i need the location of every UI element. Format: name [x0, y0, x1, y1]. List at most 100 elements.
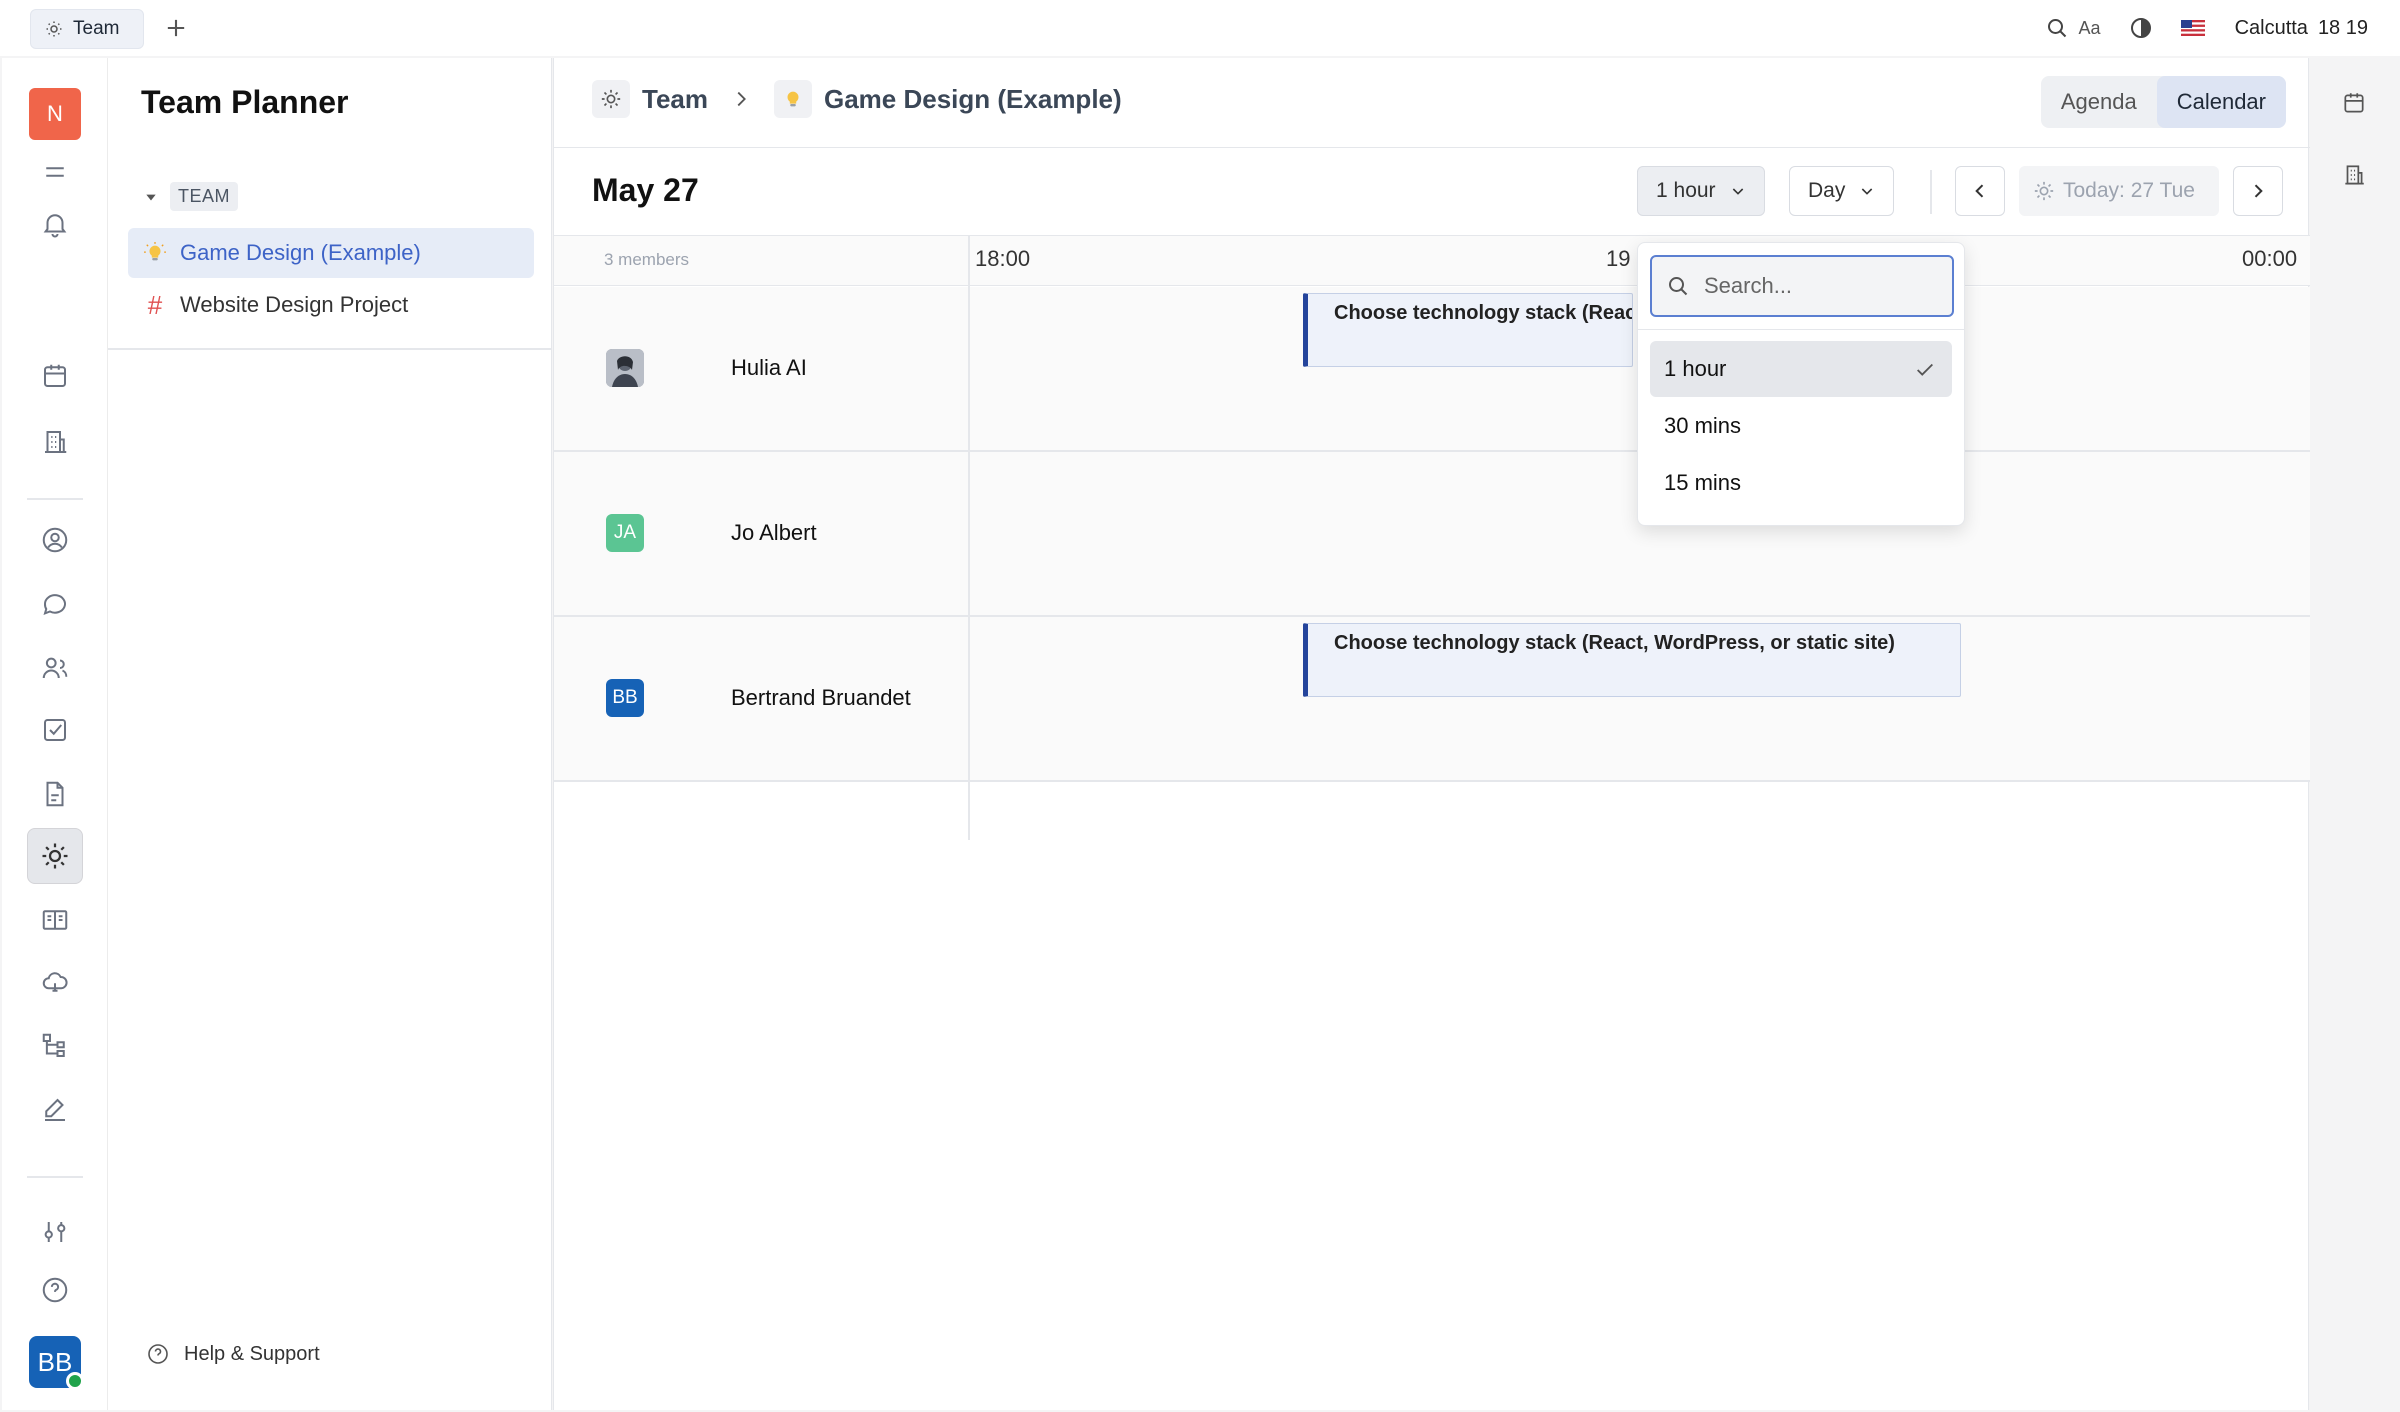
- member-avatar: BB: [606, 679, 644, 717]
- previous-button[interactable]: [1955, 166, 2005, 216]
- sun-icon: [46, 21, 62, 37]
- member-avatar: [606, 349, 644, 387]
- dropdown-search[interactable]: [1650, 255, 1954, 317]
- team-icon-box: [592, 80, 630, 118]
- interval-select[interactable]: 1 hour: [1637, 166, 1765, 216]
- tab-team[interactable]: Team: [30, 9, 144, 49]
- hierarchy-icon[interactable]: [27, 1018, 83, 1074]
- calendar-view-button[interactable]: Calendar: [2156, 76, 2286, 128]
- toolbar-divider: [1930, 170, 1932, 214]
- clock-time: 18 19: [2317, 16, 2368, 39]
- calendar-toolbar: May 27 1 hour Day Today: 27 Tue: [554, 148, 2310, 236]
- us-flag-icon[interactable]: [2180, 20, 2205, 36]
- building-icon[interactable]: [27, 414, 83, 470]
- book-icon[interactable]: [27, 892, 83, 948]
- nav-item-website-design[interactable]: # Website Design Project: [128, 280, 534, 330]
- question-circle-icon: [148, 1344, 168, 1364]
- font-size-toggle[interactable]: Aa: [2079, 18, 2101, 39]
- today-button[interactable]: Today: 27 Tue: [2019, 166, 2219, 216]
- lightbulb-icon: [144, 242, 166, 261]
- bell-icon[interactable]: [27, 196, 83, 252]
- current-date: May 27: [592, 172, 699, 208]
- calendar-icon[interactable]: [27, 348, 83, 404]
- range-value: Day: [1808, 179, 1846, 202]
- event-card[interactable]: Choose technology stack (React, WordPres…: [1303, 623, 1961, 697]
- page-title: Team Planner: [141, 84, 349, 120]
- online-status-dot: [66, 1372, 84, 1390]
- workspace-badge[interactable]: N: [29, 88, 81, 140]
- team-planner-icon[interactable]: [27, 828, 83, 884]
- document-icon[interactable]: [27, 766, 83, 822]
- sliders-icon[interactable]: [27, 1204, 83, 1260]
- breadcrumb-current[interactable]: Game Design (Example): [824, 84, 1122, 115]
- new-tab-icon[interactable]: [162, 14, 190, 42]
- agenda-view-button[interactable]: Agenda: [2041, 76, 2157, 128]
- nav-panel: Team Planner TEAM Game Design (Example) …: [108, 58, 552, 1410]
- search-icon[interactable]: [2045, 16, 2069, 40]
- chevron-right-icon: [737, 91, 746, 107]
- member-row: JA Jo Albert: [554, 452, 2310, 617]
- help-icon[interactable]: [27, 1262, 83, 1318]
- breadcrumb: Team Game Design (Example): [592, 80, 1122, 118]
- timeline-header: 3 members 18:00 19 00:00: [554, 236, 2310, 286]
- calendar-icon[interactable]: [2341, 90, 2367, 116]
- view-toggle: Agenda Calendar: [2040, 76, 2286, 128]
- icon-rail: N BB: [2, 58, 108, 1410]
- help-support-link[interactable]: Help & Support: [146, 1342, 320, 1366]
- member-column-divider: [968, 236, 970, 840]
- option-label: 1 hour: [1664, 356, 1727, 381]
- members-count: 3 members: [604, 250, 690, 269]
- event-card[interactable]: Choose technology stack (React: [1303, 293, 1633, 367]
- project-icon-box: [774, 80, 812, 118]
- option-1-hour[interactable]: 1 hour: [1650, 341, 1952, 397]
- contrast-icon[interactable]: [2129, 16, 2153, 40]
- right-rail: [2310, 58, 2400, 1410]
- sun-icon: [2034, 181, 2054, 201]
- member-row: Hulia AI Choose technology stack (React: [554, 287, 2310, 452]
- checkmark-icon: [1917, 363, 1933, 376]
- contacts-icon[interactable]: [27, 640, 83, 696]
- hour-label: 00:00: [2242, 246, 2298, 271]
- team-section-header[interactable]: TEAM: [144, 182, 239, 211]
- edit-icon[interactable]: [27, 1082, 83, 1138]
- user-circle-icon[interactable]: [27, 512, 83, 568]
- breadcrumb-root[interactable]: Team: [642, 84, 708, 115]
- cloud-icon[interactable]: [27, 954, 83, 1010]
- chevron-right-icon: [2254, 184, 2263, 198]
- member-name: Jo Albert: [731, 520, 817, 545]
- rail-divider: [27, 498, 83, 500]
- lightbulb-icon: [787, 91, 799, 107]
- rail-divider: [27, 1176, 83, 1178]
- caret-down-icon[interactable]: [144, 190, 158, 204]
- team-section-label: TEAM: [170, 182, 239, 211]
- interval-dropdown: 1 hour 30 mins 15 mins: [1637, 242, 1965, 526]
- member-name: Hulia AI: [731, 355, 807, 380]
- dropdown-search-input[interactable]: [1704, 273, 1924, 299]
- range-select[interactable]: Day: [1789, 166, 1895, 216]
- person-photo-icon: [606, 349, 644, 387]
- chevron-down-icon: [1732, 188, 1743, 195]
- option-30-mins[interactable]: 30 mins: [1650, 398, 1952, 454]
- option-label: 30 mins: [1664, 413, 1742, 438]
- chevron-left-icon: [1975, 184, 1984, 198]
- search-icon: [1669, 277, 1688, 296]
- nav-item-label: Game Design (Example): [180, 240, 421, 265]
- hour-label: 19: [1606, 246, 1631, 271]
- timezone-city[interactable]: Calcutta: [2235, 17, 2308, 40]
- menu-icon[interactable]: [27, 144, 83, 200]
- nav-item-game-design[interactable]: Game Design (Example): [128, 228, 534, 278]
- option-15-mins[interactable]: 15 mins: [1650, 455, 1952, 511]
- checkbox-icon[interactable]: [27, 702, 83, 758]
- member-row: BB Bertrand Bruandet Choose technology s…: [554, 617, 2310, 782]
- next-button[interactable]: [2233, 166, 2283, 216]
- nav-item-label: Website Design Project: [180, 292, 409, 317]
- main-panel: Team Game Design (Example) Agenda Calend…: [553, 58, 2310, 1410]
- option-label: 15 mins: [1664, 470, 1742, 495]
- top-bar: Team Aa Calcutta 18 19: [0, 0, 2400, 56]
- member-name: Bertrand Bruandet: [731, 685, 911, 710]
- help-label: Help & Support: [184, 1342, 320, 1365]
- chat-icon[interactable]: [27, 576, 83, 632]
- tab-label: Team: [73, 18, 120, 39]
- sun-icon: [601, 89, 621, 109]
- building-icon[interactable]: [2341, 162, 2367, 188]
